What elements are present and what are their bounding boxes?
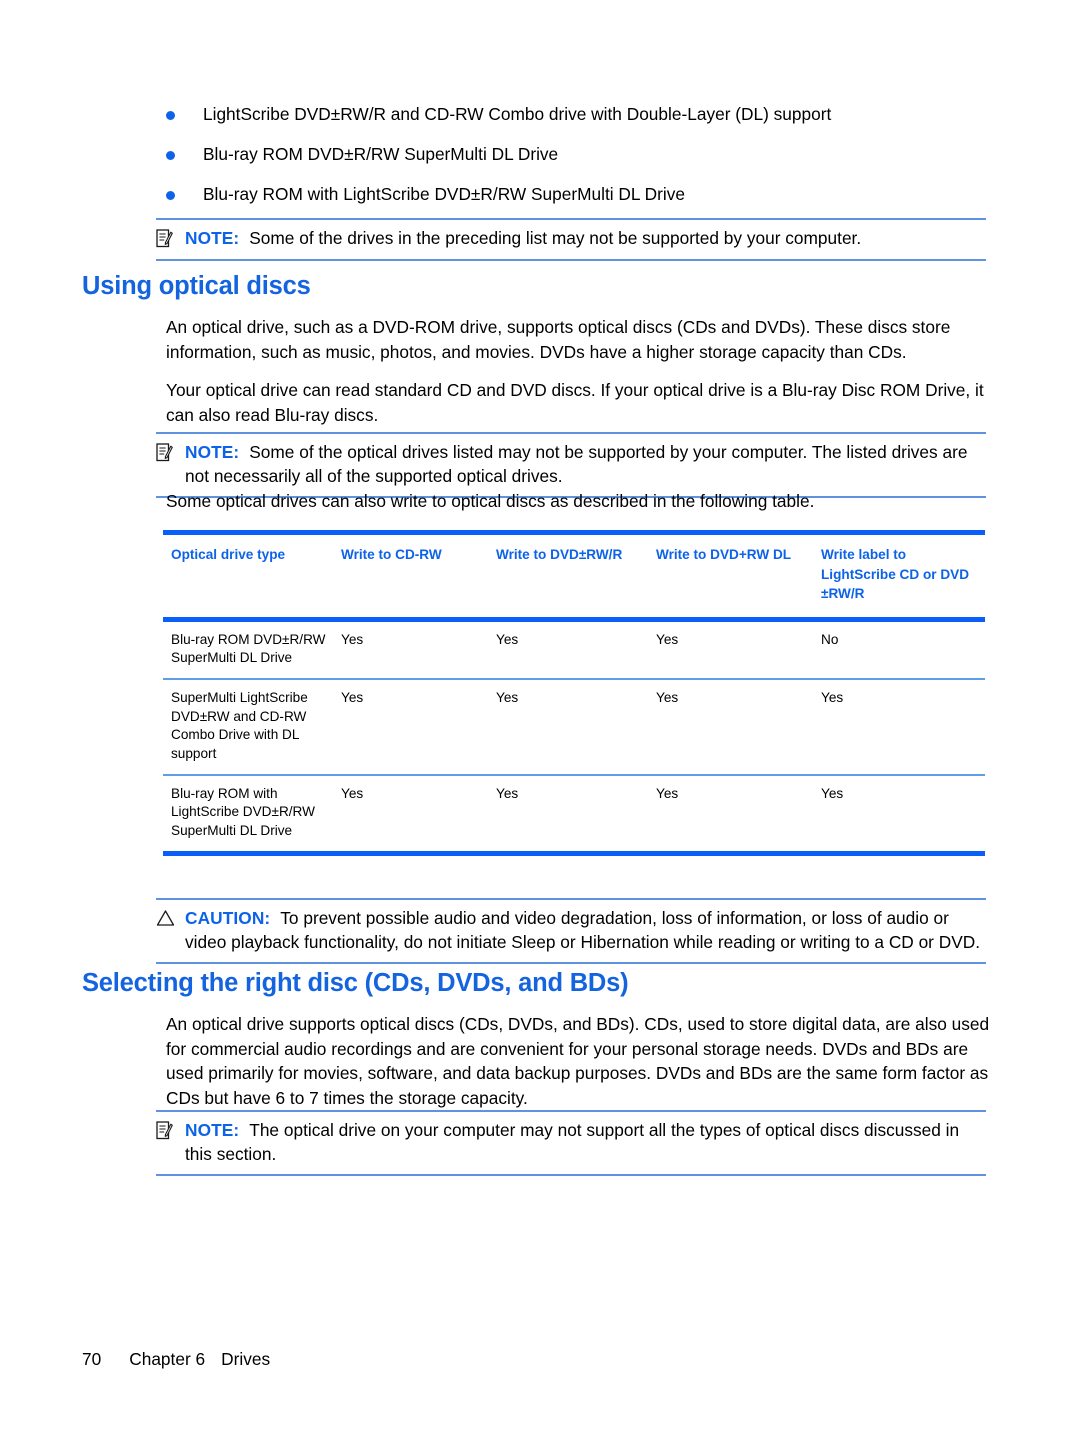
cell-write-label: No [821, 631, 839, 647]
list-item-label: Blu-ray ROM DVD±R/RW SuperMulti DL Drive [203, 144, 559, 164]
cell-write-label: Yes [821, 690, 844, 706]
cell-drive-type: SuperMulti LightScribe DVD±RW and CD-RW … [171, 690, 308, 761]
list-item: Blu-ray ROM with LightScribe DVD±R/RW Su… [166, 183, 986, 206]
note-icon [156, 1119, 178, 1140]
cell-write-cd-rw: Yes [341, 631, 364, 647]
note-body: Some of the drives in the preceding list… [249, 228, 862, 248]
note-label: NOTE: [185, 1120, 240, 1140]
note-label: NOTE: [185, 442, 240, 462]
table-bottom-rule [163, 851, 985, 857]
paragraph-write-table-intro: Some optical drives can also write to op… [166, 491, 815, 511]
note-body: Some of the optical drives listed may no… [185, 442, 968, 486]
document-page: LightScribe DVD±RW/R and CD-RW Combo dri… [0, 0, 1080, 1437]
footer-chapter-title: Drives [221, 1349, 271, 1369]
bullet-dot-icon [166, 191, 175, 200]
cell-write-label: Yes [821, 785, 844, 801]
page-title-selecting-right-disc: Selecting the right disc (CDs, DVDs, and… [82, 969, 629, 997]
optical-drive-write-table: Optical drive type Write to CD-RW Write … [163, 530, 985, 857]
footer-page-number: 70 [82, 1349, 102, 1369]
caution-box: CAUTION: To prevent possible audio and vi… [156, 898, 986, 964]
page-footer: 70 Chapter 6 Drives [82, 1349, 270, 1370]
caution-label: CAUTION: [185, 908, 271, 928]
note-label: NOTE: [185, 228, 240, 248]
column-header-optical-drive-type: Optical drive type [171, 547, 286, 562]
paragraph-disc-types: An optical drive supports optical discs … [166, 1014, 990, 1108]
note-text: NOTE: Some of the drives in the preceding… [185, 227, 861, 251]
cell-write-dvd-plus-rw-dl: Yes [656, 785, 679, 801]
footer-chapter: Chapter 6 [129, 1349, 206, 1369]
note-body: The optical drive on your computer may n… [185, 1120, 960, 1164]
table-header-row: Optical drive type Write to CD-RW Write … [163, 535, 985, 617]
note-box-disc-support: NOTE: The optical drive on your computer … [156, 1110, 986, 1176]
list-item: Blu-ray ROM DVD±R/RW SuperMulti DL Drive [166, 143, 986, 166]
cell-write-dvd-plus-rw-dl: Yes [656, 631, 679, 647]
note-box: NOTE: Some of the drives in the preceding… [156, 218, 986, 261]
table-row: Blu-ray ROM with LightScribe DVD±R/RW Su… [163, 776, 985, 851]
warning-triangle-icon [156, 907, 178, 927]
note-text: NOTE: Some of the optical drives listed m… [185, 441, 986, 488]
table-row: SuperMulti LightScribe DVD±RW and CD-RW … [163, 680, 985, 774]
column-header-write-dvd-plus-rw-dl: Write to DVD+RW DL [656, 547, 792, 562]
cell-drive-type: Blu-ray ROM DVD±R/RW SuperMulti DL Drive [171, 631, 326, 665]
list-item: LightScribe DVD±RW/R and CD-RW Combo dri… [166, 103, 986, 126]
list-item-label: Blu-ray ROM with LightScribe DVD±R/RW Su… [203, 184, 685, 204]
cell-write-dvd-rw-r: Yes [496, 785, 519, 801]
cell-write-cd-rw: Yes [341, 785, 364, 801]
bullet-dot-icon [166, 151, 175, 160]
cell-write-dvd-rw-r: Yes [496, 631, 519, 647]
cell-write-cd-rw: Yes [341, 690, 364, 706]
cell-write-dvd-rw-r: Yes [496, 690, 519, 706]
cell-drive-type: Blu-ray ROM with LightScribe DVD±R/RW Su… [171, 785, 315, 838]
note-icon [156, 441, 178, 462]
note-text: NOTE: The optical drive on your computer … [185, 1119, 986, 1166]
cell-write-dvd-plus-rw-dl: Yes [656, 690, 679, 706]
drive-bullet-list: LightScribe DVD±RW/R and CD-RW Combo dri… [166, 103, 986, 223]
page-title-using-optical-discs: Using optical discs [82, 272, 311, 300]
table-row: Blu-ray ROM DVD±R/RW SuperMulti DL Drive… [163, 622, 985, 679]
list-item-label: LightScribe DVD±RW/R and CD-RW Combo dri… [203, 104, 832, 124]
column-header-write-label-lightscribe: Write label to LightScribe CD or DVD ±RW… [821, 547, 970, 601]
column-header-write-dvd-rw-r: Write to DVD±RW/R [496, 547, 623, 562]
paragraph-read-standard-discs: Your optical drive can read standard CD … [166, 380, 984, 425]
caution-body: To prevent possible audio and video degr… [185, 908, 981, 952]
caution-text: CAUTION: To prevent possible audio and vi… [185, 907, 986, 954]
note-icon [156, 227, 178, 248]
bullet-dot-icon [166, 111, 175, 120]
paragraph-optical-drive-intro: An optical drive, such as a DVD-ROM driv… [166, 317, 951, 362]
column-header-write-cd-rw: Write to CD-RW [341, 547, 442, 562]
